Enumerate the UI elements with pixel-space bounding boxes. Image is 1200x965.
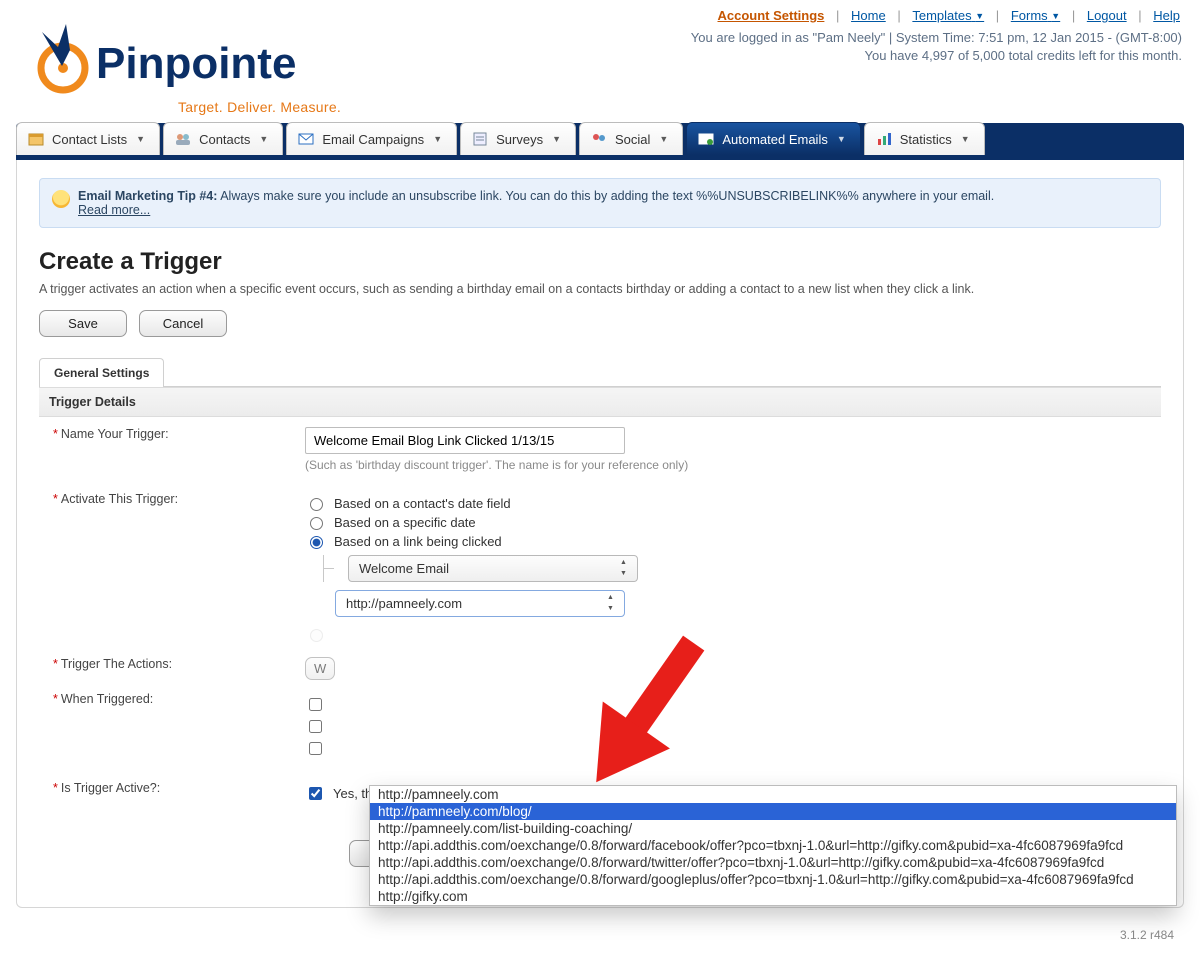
tab-statistics[interactable]: Statistics▼ [864, 122, 985, 155]
tab-surveys[interactable]: Surveys▼ [460, 122, 576, 155]
footer-version: 3.1.2 r484 [0, 928, 1200, 960]
dropdown-option[interactable]: http://pamneely.com/list-building-coachi… [370, 820, 1176, 837]
label-activate-trigger: *Activate This Trigger: [45, 492, 305, 506]
dropdown-option[interactable]: http://pamneely.com/blog/ [370, 803, 1176, 820]
logo: Pinpointe Target. Deliver. Measure. [18, 8, 348, 115]
contacts-icon [174, 131, 192, 147]
trigger-name-input[interactable] [305, 427, 625, 454]
pinpointe-logo-icon: Pinpointe [18, 20, 348, 100]
when-triggered-check-1[interactable] [305, 695, 1155, 714]
when-triggered-check-3[interactable] [305, 739, 1155, 758]
stepper-icon [617, 559, 631, 577]
status-text: You are logged in as "Pam Neely" | Syste… [691, 29, 1182, 65]
lightbulb-icon [52, 190, 70, 208]
tip-bar: Email Marketing Tip #4: Always make sure… [39, 178, 1161, 228]
trigger-name-hint: (Such as 'birthday discount trigger'. Th… [305, 458, 1155, 472]
label-trigger-actions: *Trigger The Actions: [45, 657, 305, 671]
radio-specific-date[interactable]: Based on a specific date [305, 514, 1155, 530]
link-logout[interactable]: Logout [1087, 8, 1127, 23]
page-title: Create a Trigger [39, 248, 1161, 276]
tab-contacts[interactable]: Contacts▼ [163, 122, 283, 155]
campaign-select[interactable]: Welcome Email [348, 555, 638, 582]
label-name-trigger: *Name Your Trigger: [45, 427, 305, 441]
automated-emails-icon [697, 131, 715, 147]
label-is-active: *Is Trigger Active?: [45, 781, 305, 795]
tab-automated-emails[interactable]: Automated Emails▼ [686, 122, 860, 155]
when-triggered-check-2[interactable] [305, 717, 1155, 736]
dropdown-option[interactable]: http://api.addthis.com/oexchange/0.8/for… [370, 837, 1176, 854]
top-links: Account Settings | Home | Templates ▼ | … [691, 8, 1182, 23]
logo-tagline: Target. Deliver. Measure. [18, 99, 348, 115]
tab-social[interactable]: Social▼ [579, 122, 683, 155]
svg-text:Pinpointe: Pinpointe [96, 39, 296, 88]
surveys-icon [471, 131, 489, 147]
trigger-actions-button-obscured[interactable]: W [305, 657, 335, 680]
label-when-triggered: *When Triggered: [45, 692, 305, 706]
tab-general-settings[interactable]: General Settings [39, 358, 164, 387]
stepper-icon [604, 594, 618, 612]
tip-read-more[interactable]: Read more... [78, 203, 150, 217]
link-help[interactable]: Help [1153, 8, 1180, 23]
dropdown-option[interactable]: http://api.addthis.com/oexchange/0.8/for… [370, 871, 1176, 888]
link-home[interactable]: Home [851, 8, 886, 23]
link-templates[interactable]: Templates ▼ [912, 8, 984, 23]
social-icon [590, 131, 608, 147]
statistics-icon [875, 131, 893, 147]
dropdown-option[interactable]: http://api.addthis.com/oexchange/0.8/for… [370, 854, 1176, 871]
link-select[interactable]: http://pamneely.com [335, 590, 625, 617]
tab-contact-lists[interactable]: Contact Lists▼ [16, 122, 160, 155]
cancel-button[interactable]: Cancel [139, 310, 227, 337]
dropdown-option[interactable]: http://gifky.com [370, 888, 1176, 905]
radio-date-field[interactable]: Based on a contact's date field [305, 495, 1155, 511]
main-nav: Contact Lists▼ Contacts▼ Email Campaigns… [16, 123, 1184, 160]
link-forms[interactable]: Forms ▼ [1011, 8, 1060, 23]
link-dropdown-panel: http://pamneely.com http://pamneely.com/… [369, 785, 1177, 906]
section-trigger-details: Trigger Details [39, 387, 1161, 417]
contact-lists-icon [27, 131, 45, 147]
dropdown-option[interactable]: http://pamneely.com [370, 786, 1176, 803]
tab-email-campaigns[interactable]: Email Campaigns▼ [286, 122, 457, 155]
save-button[interactable]: Save [39, 310, 127, 337]
page-description: A trigger activates an action when a spe… [39, 282, 1161, 296]
email-icon [297, 131, 315, 147]
radio-link-clicked[interactable]: Based on a link being clicked [305, 533, 1155, 549]
link-account-settings[interactable]: Account Settings [718, 8, 825, 23]
radio-hidden-option[interactable] [305, 626, 1155, 642]
